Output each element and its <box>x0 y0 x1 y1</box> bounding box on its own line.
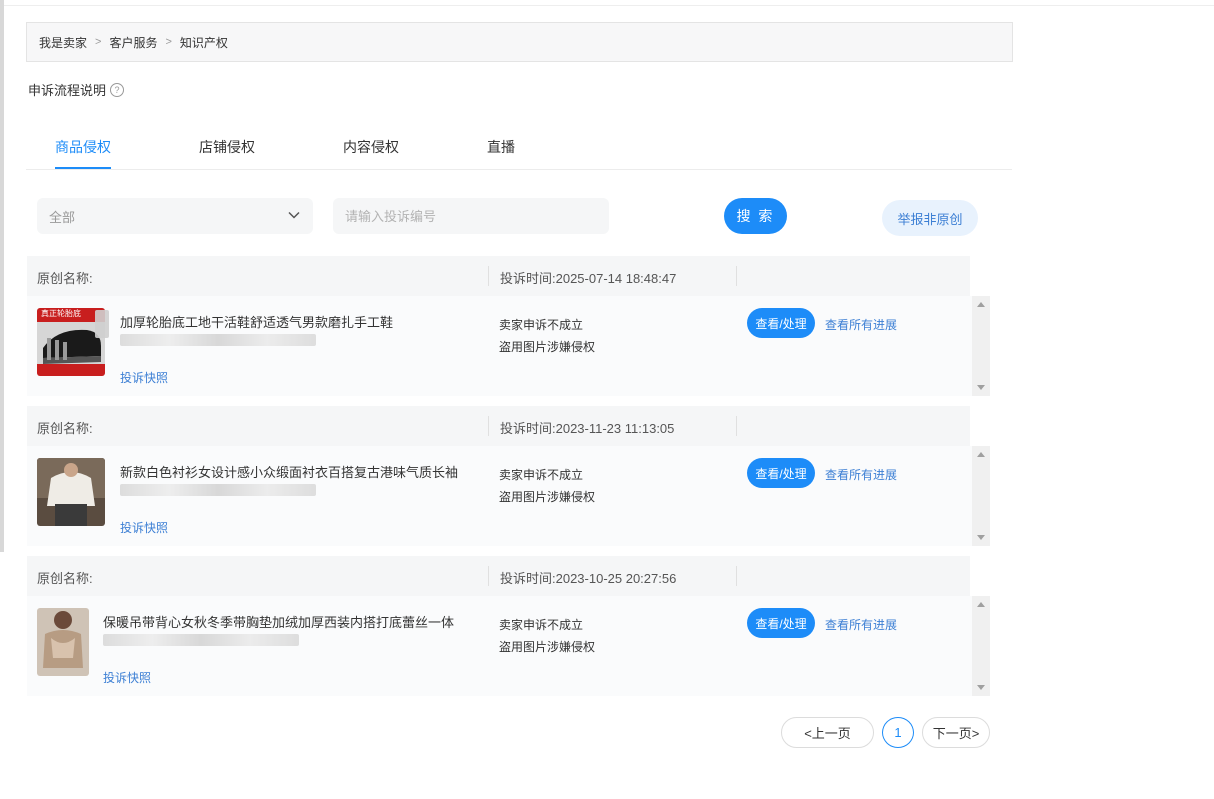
breadcrumb-item-service[interactable]: 客户服务 <box>109 34 157 51</box>
report-non-original-button[interactable]: 举报非原创 <box>882 200 978 236</box>
complaint-status: 卖家申诉不成立 盗用图片涉嫌侵权 <box>499 614 595 658</box>
product-thumbnail[interactable] <box>37 458 105 526</box>
complaint-time: 投诉时间:2023-11-23 11:13:05 <box>500 421 675 436</box>
breadcrumb-separator: > <box>95 36 102 48</box>
breadcrumb-item-ip: 知识产权 <box>179 35 228 50</box>
record-body: 真正轮胎底 加厚轮胎底工地干活鞋舒适透气男款磨扎手工鞋 投诉快照 卖家申诉不成立… <box>27 296 972 396</box>
column-divider <box>488 266 489 286</box>
view-all-progress-link[interactable]: 查看所有进展 <box>825 466 897 483</box>
complaint-status: 卖家申诉不成立 盗用图片涉嫌侵权 <box>499 314 595 358</box>
complaint-status: 卖家申诉不成立 盗用图片涉嫌侵权 <box>499 464 595 508</box>
appeal-result: 卖家申诉不成立 <box>499 468 584 482</box>
scroll-up-arrow-icon[interactable] <box>977 302 985 307</box>
record-body: 保暖吊带背心女秋冬季带胸垫加绒加厚西装内搭打底蕾丝一体 投诉快照 卖家申诉不成立… <box>27 596 972 696</box>
complaint-time: 投诉时间:2025-07-14 18:48:47 <box>500 271 677 286</box>
product-title: 保暖吊带背心女秋冬季带胸垫加绒加厚西装内搭打底蕾丝一体 <box>103 615 455 630</box>
original-name-label: 原创名称: <box>37 271 93 286</box>
column-divider <box>488 416 489 436</box>
redacted-text <box>120 484 316 496</box>
status-select[interactable]: 全部 <box>37 198 313 234</box>
original-name-label: 原创名称: <box>37 571 93 586</box>
appeal-result: 卖家申诉不成立 <box>499 618 584 632</box>
appeal-process-help[interactable]: 申诉流程说明 ? <box>28 80 125 99</box>
search-button[interactable]: 搜 索 <box>724 198 787 234</box>
breadcrumb-separator: > <box>165 36 172 48</box>
next-page-button[interactable]: 下一页> <box>922 717 990 748</box>
complaint-time: 投诉时间:2023-10-25 20:27:56 <box>500 571 677 586</box>
appeal-process-label: 申诉流程说明 <box>28 83 107 98</box>
record-body: 新款白色衬衫女设计感小众缎面衬衣百搭复古港味气质长袖 投诉快照 卖家申诉不成立 … <box>27 446 972 546</box>
view-all-progress-link[interactable]: 查看所有进展 <box>825 616 897 633</box>
record-scrollbar[interactable] <box>972 446 990 546</box>
column-divider <box>736 416 737 436</box>
left-scroll-rail[interactable] <box>0 0 4 552</box>
redacted-block <box>95 310 109 338</box>
complaint-reason: 盗用图片涉嫌侵权 <box>499 640 596 654</box>
complaint-reason: 盗用图片涉嫌侵权 <box>499 340 596 354</box>
scroll-up-arrow-icon[interactable] <box>977 602 985 607</box>
redacted-text <box>103 634 299 646</box>
product-thumbnail[interactable] <box>37 608 89 676</box>
record-header: 原创名称: 投诉时间:2023-11-23 11:13:05 <box>27 406 970 446</box>
record-scrollbar[interactable] <box>972 596 990 696</box>
record-header: 原创名称: 投诉时间:2023-10-25 20:27:56 <box>27 556 970 596</box>
product-title: 新款白色衬衫女设计感小众缎面衬衣百搭复古港味气质长袖 <box>120 465 459 480</box>
view-handle-button[interactable]: 查看/处理 <box>747 458 815 488</box>
tab-shop-infringement[interactable]: 店铺侵权 <box>199 137 255 167</box>
tab-live[interactable]: 直播 <box>487 137 515 167</box>
column-divider <box>736 266 737 286</box>
scroll-down-arrow-icon[interactable] <box>977 385 985 390</box>
original-name-label: 原创名称: <box>37 421 93 436</box>
prev-page-button[interactable]: <上一页 <box>781 717 874 748</box>
scroll-up-arrow-icon[interactable] <box>977 452 985 457</box>
breadcrumb: 我是卖家 > 客户服务 > 知识产权 <box>26 22 1013 62</box>
column-divider <box>736 566 737 586</box>
appeal-result: 卖家申诉不成立 <box>499 318 584 332</box>
complaint-number-input[interactable] <box>333 198 609 234</box>
thumbnail-caption: 真正轮胎底 <box>41 309 81 318</box>
complaint-snapshot-link[interactable]: 投诉快照 <box>103 669 151 686</box>
view-handle-button[interactable]: 查看/处理 <box>747 308 815 338</box>
scroll-down-arrow-icon[interactable] <box>977 535 985 540</box>
question-circle-icon[interactable]: ? <box>110 82 125 97</box>
top-divider <box>0 5 1214 6</box>
status-select-value: 全部 <box>49 209 76 225</box>
redacted-text <box>120 334 316 346</box>
record-scrollbar[interactable] <box>972 296 990 396</box>
complaint-snapshot-link[interactable]: 投诉快照 <box>120 519 168 536</box>
complaint-snapshot-link[interactable]: 投诉快照 <box>120 369 168 386</box>
scroll-down-arrow-icon[interactable] <box>977 685 985 690</box>
blouse-product-image <box>37 458 105 526</box>
tab-product-infringement[interactable]: 商品侵权 <box>55 137 111 169</box>
tab-bar: 商品侵权 店铺侵权 内容侵权 直播 <box>26 126 1012 170</box>
column-divider <box>488 566 489 586</box>
record-header: 原创名称: 投诉时间:2025-07-14 18:48:47 <box>27 256 970 296</box>
view-handle-button[interactable]: 查看/处理 <box>747 608 815 638</box>
view-all-progress-link[interactable]: 查看所有进展 <box>825 316 897 333</box>
breadcrumb-item-seller[interactable]: 我是卖家 <box>39 34 87 51</box>
page-number-current[interactable]: 1 <box>882 717 914 748</box>
tab-content-infringement[interactable]: 内容侵权 <box>343 137 399 167</box>
complaint-reason: 盗用图片涉嫌侵权 <box>499 490 596 504</box>
camisole-product-image <box>37 608 89 676</box>
chevron-down-icon <box>288 211 300 219</box>
product-title: 加厚轮胎底工地干活鞋舒适透气男款磨扎手工鞋 <box>120 315 394 330</box>
